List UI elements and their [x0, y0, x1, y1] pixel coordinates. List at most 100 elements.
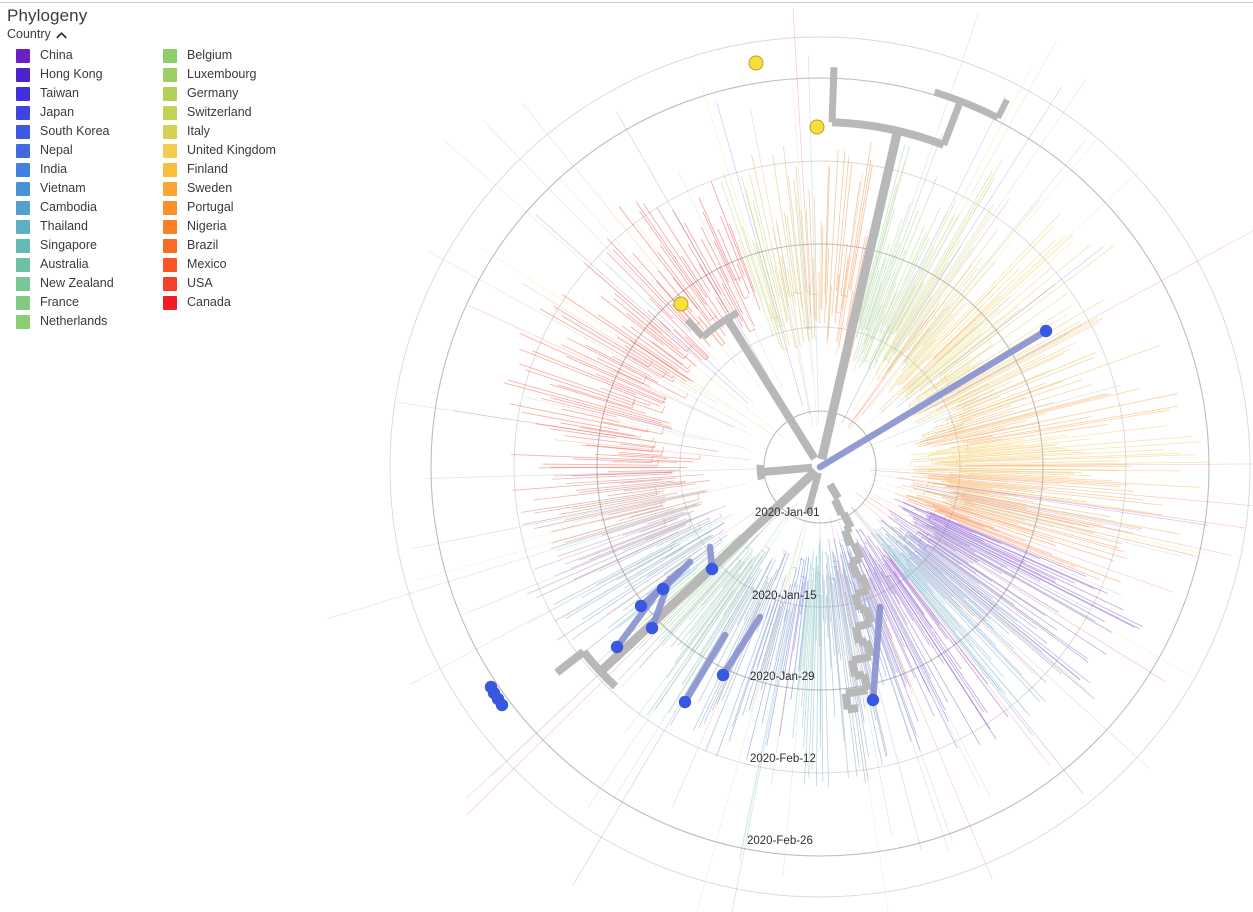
highlighted-node[interactable]	[678, 695, 692, 709]
highlighted-node[interactable]	[866, 693, 880, 707]
tip-branch	[613, 461, 652, 464]
legend-collapse-toggle[interactable]: Country	[7, 27, 67, 41]
highlighted-branch	[719, 613, 764, 679]
time-axis-label: 2020-Jan-29	[750, 671, 815, 683]
phylogeny-app: Phylogeny Country China Hong Kong Taiwan Ja…	[0, 0, 1253, 912]
clade-arc	[722, 529, 724, 531]
legend-item-finland[interactable]: Finland	[163, 160, 276, 179]
legend-item-italy[interactable]: Italy	[163, 122, 276, 141]
highlighted-node[interactable]	[809, 119, 825, 135]
node-marker[interactable]	[678, 695, 692, 709]
legend-item-singapore[interactable]: Singapore	[16, 236, 114, 255]
phylogenetic-tree[interactable]: 2020-Jan-01 2020-Jan-15 2020-Jan-29 2020-Fe…	[300, 0, 1253, 912]
legend-color-swatch	[16, 257, 30, 272]
highlighted-node[interactable]	[656, 582, 670, 596]
tree-canvas[interactable]: 2020-Jan-01 2020-Jan-15 2020-Jan-29 2020-Fe…	[300, 0, 1253, 912]
legend-item-belgium[interactable]: Belgium	[163, 46, 276, 65]
node-marker[interactable]	[716, 668, 730, 682]
legend-item-taiwan[interactable]: Taiwan	[16, 84, 114, 103]
legend-item-label: Netherlands	[40, 314, 108, 329]
legend-item-china[interactable]: China	[16, 46, 114, 65]
highlighted-node[interactable]	[495, 698, 509, 712]
tip-branch	[901, 553, 1041, 702]
trunk-arc	[854, 586, 869, 599]
legend-item-label: Taiwan	[40, 86, 79, 101]
clade-arc	[632, 396, 636, 406]
legend-color-swatch	[163, 67, 177, 82]
legend-item-luxembourg[interactable]: Luxembourg	[163, 65, 276, 84]
trunk-arc	[756, 464, 765, 481]
node-marker[interactable]	[645, 621, 659, 635]
legend-item-nepal[interactable]: Nepal	[16, 141, 114, 160]
highlighted-node[interactable]	[1039, 324, 1053, 338]
tip-branch	[890, 604, 991, 798]
tip-branch	[698, 197, 745, 299]
clade-arc	[908, 406, 911, 409]
legend-item-label: Nepal	[40, 143, 73, 158]
node-marker[interactable]	[673, 296, 689, 312]
legend-item-mexico[interactable]: Mexico	[163, 255, 276, 274]
highlighted-node[interactable]	[673, 296, 689, 312]
highlighted-node[interactable]	[610, 640, 624, 654]
legend-item-portugal[interactable]: Portugal	[163, 198, 276, 217]
node-marker[interactable]	[705, 562, 719, 576]
legend-item-thailand[interactable]: Thailand	[16, 217, 114, 236]
legend-item-united-kingdom[interactable]: United Kingdom	[163, 141, 276, 160]
tip-branch	[522, 103, 737, 365]
highlighted-node[interactable]	[645, 621, 659, 635]
legend-item-switzerland[interactable]: Switzerland	[163, 103, 276, 122]
legend-item-south-korea[interactable]: South Korea	[16, 122, 114, 141]
legend-item-france[interactable]: France	[16, 293, 114, 312]
tip-branch	[619, 451, 662, 456]
node-marker[interactable]	[866, 693, 880, 707]
legend-item-hong-kong[interactable]: Hong Kong	[16, 65, 114, 84]
legend-color-swatch	[163, 276, 177, 291]
legend-item-new-zealand[interactable]: New Zealand	[16, 274, 114, 293]
legend-color-swatch	[16, 276, 30, 291]
legend-color-swatch	[16, 181, 30, 196]
legend-item-brazil[interactable]: Brazil	[163, 236, 276, 255]
highlighted-node[interactable]	[748, 55, 764, 71]
legend-color-swatch	[163, 124, 177, 139]
legend-item-vietnam[interactable]: Vietnam	[16, 179, 114, 198]
page-title: Phylogeny	[7, 6, 88, 25]
clade-arc	[782, 552, 786, 555]
node-marker[interactable]	[748, 55, 764, 71]
legend-color-swatch	[163, 105, 177, 120]
time-axis-label: 2020-Feb-12	[750, 753, 816, 765]
legend-item-australia[interactable]: Australia	[16, 255, 114, 274]
node-marker[interactable]	[610, 640, 624, 654]
tip-branch	[588, 518, 692, 561]
legend-item-nigeria[interactable]: Nigeria	[163, 217, 276, 236]
legend-item-canada[interactable]: Canada	[163, 293, 276, 312]
legend-item-label: Vietnam	[40, 181, 86, 196]
highlighted-node[interactable]	[634, 599, 648, 613]
trunk-branch	[841, 528, 855, 547]
trunk-branch	[554, 648, 587, 676]
legend-item-usa[interactable]: USA	[163, 274, 276, 293]
node-marker[interactable]	[1039, 324, 1053, 338]
node-marker[interactable]	[634, 599, 648, 613]
tip-branch	[820, 595, 824, 782]
legend-item-sweden[interactable]: Sweden	[163, 179, 276, 198]
legend-item-label: Hong Kong	[40, 67, 103, 82]
legend-item-germany[interactable]: Germany	[163, 84, 276, 103]
legend-item-india[interactable]: India	[16, 160, 114, 179]
trunk-branch	[759, 463, 813, 477]
node-marker[interactable]	[495, 698, 509, 712]
legend-item-label: USA	[187, 276, 213, 291]
legend-item-cambodia[interactable]: Cambodia	[16, 198, 114, 217]
legend-item-japan[interactable]: Japan	[16, 103, 114, 122]
highlighted-node[interactable]	[716, 668, 730, 682]
legend-color-swatch	[163, 48, 177, 63]
legend-color-swatch	[16, 314, 30, 329]
legend-color-swatch	[16, 219, 30, 234]
highlighted-node[interactable]	[705, 562, 719, 576]
clade-arc	[877, 378, 880, 381]
legend-item-netherlands[interactable]: Netherlands	[16, 312, 114, 331]
tip-branch	[648, 323, 680, 350]
tip-branch	[792, 86, 818, 426]
node-marker[interactable]	[809, 119, 825, 135]
node-marker[interactable]	[656, 582, 670, 596]
legend-color-swatch	[163, 200, 177, 215]
